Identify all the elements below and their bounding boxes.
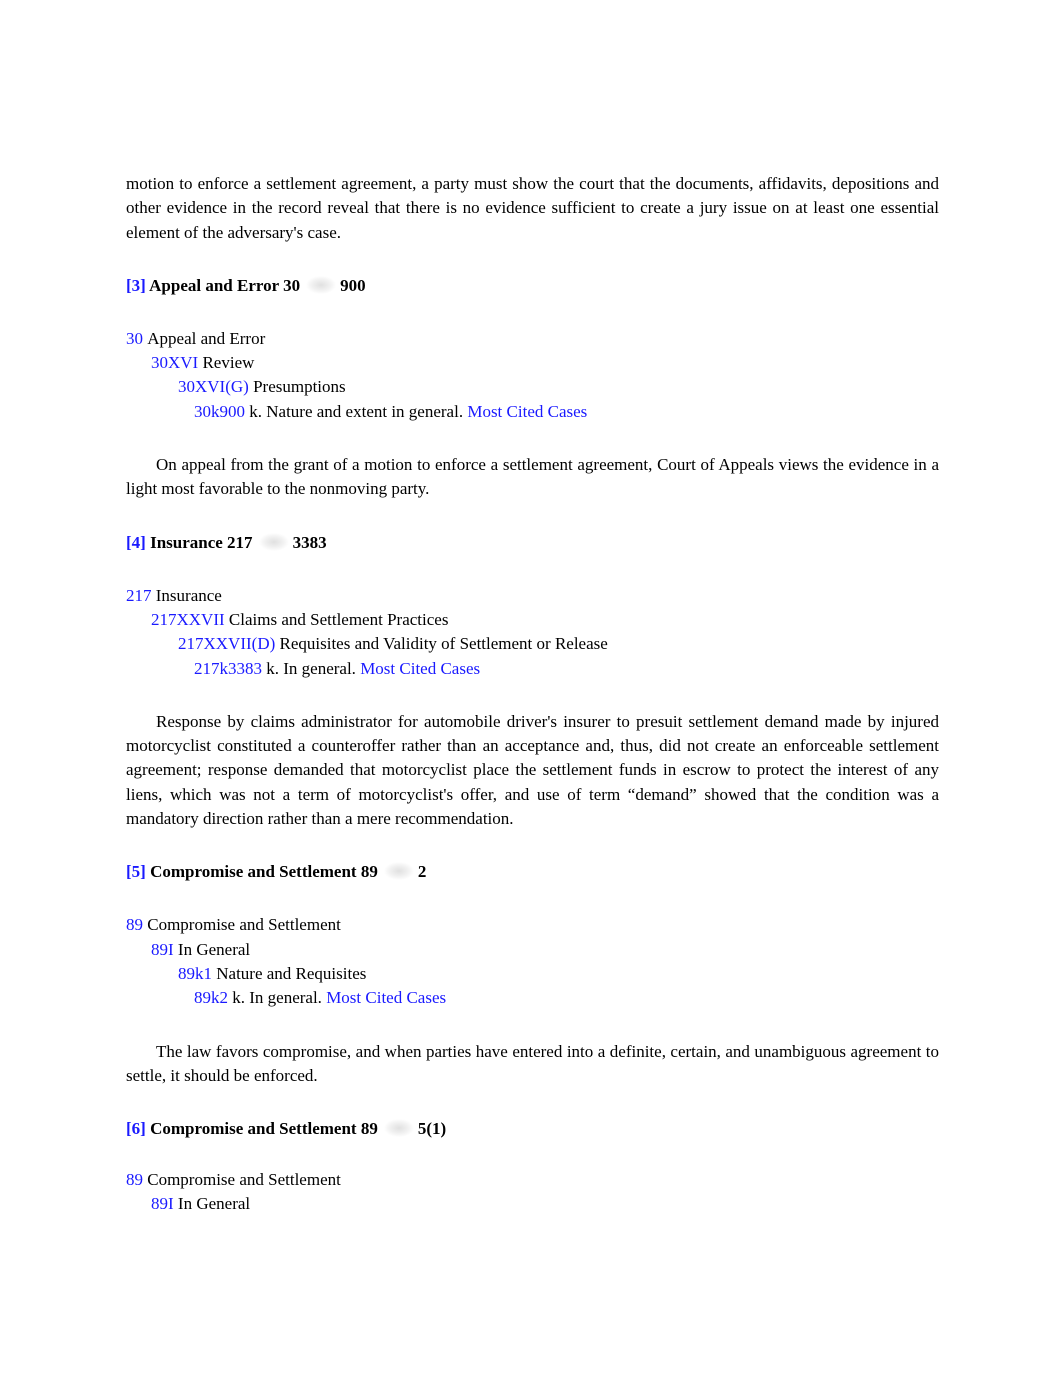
most-cited-cases-link[interactable]: Most Cited Cases	[467, 402, 587, 421]
topic-code-link[interactable]: 30	[126, 329, 143, 348]
most-cited-cases-link[interactable]: Most Cited Cases	[360, 659, 480, 678]
most-cited-cases-link[interactable]: Most Cited Cases	[326, 988, 446, 1007]
key-number-icon	[306, 275, 337, 294]
tree-row: 217 Insurance	[126, 584, 939, 608]
key-number-tree: 30 Appeal and Error 30XVI Review 30XVI(G…	[126, 327, 939, 424]
key-number-tree: 89 Compromise and Settlement 89I In Gene…	[126, 1168, 939, 1217]
tree-label: Compromise and Settlement	[147, 1170, 341, 1190]
tree-row: 89I In General	[126, 938, 939, 962]
key-number-icon	[258, 532, 289, 551]
tree-label: Compromise and Settlement	[147, 915, 341, 935]
tree-label: k. In general.	[266, 658, 356, 678]
topic-code-link[interactable]: 30XVI	[151, 353, 198, 372]
tree-row: 89 Compromise and Settlement	[126, 913, 939, 937]
intro-paragraph: motion to enforce a settlement agreement…	[126, 174, 939, 242]
tree-label: Requisites and Validity of Settlement or…	[279, 634, 608, 654]
headnote-heading: [4] Insurance 217 3383	[126, 531, 939, 555]
headnote-topic: Insurance 217	[150, 532, 253, 552]
tree-label: k. Nature and extent in general.	[249, 401, 464, 421]
topic-code-link[interactable]: 89I	[151, 940, 174, 959]
topic-code-link[interactable]: 89	[126, 915, 143, 934]
headnote-6: [6] Compromise and Settlement 89 5(1) 89 …	[126, 1117, 939, 1217]
headnote-number-link[interactable]: [4]	[126, 533, 146, 552]
headnote-heading: [5] Compromise and Settlement 89 2	[126, 860, 939, 884]
headnote-key: 5(1)	[417, 1119, 447, 1139]
tree-row: 89k2 k. In general. Most Cited Cases	[126, 986, 939, 1010]
topic-code-link[interactable]: 89	[126, 1170, 143, 1189]
topic-code-link[interactable]: 217XXVII	[151, 610, 225, 629]
topic-code-link[interactable]: 89k1	[178, 964, 212, 983]
headnote-heading: [6] Compromise and Settlement 89 5(1)	[126, 1117, 939, 1141]
headnote-key: 2	[417, 862, 427, 882]
headnote-5: [5] Compromise and Settlement 89 2 89 Com…	[126, 860, 939, 1088]
key-number-icon	[383, 862, 414, 881]
tree-row: 30k900 k. Nature and extent in general. …	[126, 400, 939, 424]
tree-row: 89k1 Nature and Requisites	[126, 962, 939, 986]
tree-label: In General	[177, 1194, 251, 1214]
key-number-tree: 217 Insurance 217XXVII Claims and Settle…	[126, 584, 939, 681]
tree-row: 217XXVII(D) Requisites and Validity of S…	[126, 632, 939, 656]
headnote-4: [4] Insurance 217 3383 217 Insurance 217X…	[126, 531, 939, 832]
tree-label: Appeal and Error	[147, 328, 266, 348]
headnote-heading: [3] Appeal and Error 30 900	[126, 274, 939, 298]
headnote-number-link[interactable]: [6]	[126, 1119, 146, 1138]
tree-row: 30XVI Review	[126, 351, 939, 375]
headnote-summary: On appeal from the grant of a motion to …	[126, 455, 939, 499]
tree-row: 217XXVII Claims and Settlement Practices	[126, 608, 939, 632]
tree-label: Insurance	[155, 585, 222, 605]
topic-code-link[interactable]: 30k900	[194, 402, 245, 421]
topic-code-link[interactable]: 30XVI(G)	[178, 377, 249, 396]
topic-code-link[interactable]: 89I	[151, 1194, 174, 1213]
headnote-number-link[interactable]: [5]	[126, 862, 146, 881]
key-number-tree: 89 Compromise and Settlement 89I In Gene…	[126, 913, 939, 1010]
headnote-key: 900	[340, 275, 366, 295]
headnote-topic: Compromise and Settlement 89	[150, 1119, 378, 1139]
headnote-key: 3383	[292, 532, 327, 552]
tree-row: 217k3383 k. In general. Most Cited Cases	[126, 657, 939, 681]
tree-row: 89 Compromise and Settlement	[126, 1168, 939, 1192]
tree-label: Nature and Requisites	[216, 963, 367, 983]
topic-code-link[interactable]: 217	[126, 586, 152, 605]
headnote-3: [3] Appeal and Error 30 900 30 Appeal and…	[126, 274, 939, 502]
tree-label: Claims and Settlement Practices	[228, 609, 449, 629]
headnote-summary: The law favors compromise, and when part…	[126, 1041, 939, 1085]
tree-label: Review	[202, 353, 255, 373]
document-page: motion to enforce a settlement agreement…	[126, 172, 939, 1217]
tree-label: k. In general.	[232, 988, 322, 1008]
topic-code-link[interactable]: 217k3383	[194, 659, 262, 678]
headnote-topic: Appeal and Error 30	[149, 275, 301, 295]
tree-row: 89I In General	[126, 1192, 939, 1216]
headnote-summary: Response by claims administrator for aut…	[126, 711, 939, 829]
tree-row: 30XVI(G) Presumptions	[126, 375, 939, 399]
key-number-icon	[383, 1119, 414, 1138]
tree-row: 30 Appeal and Error	[126, 327, 939, 351]
tree-label: Presumptions	[253, 377, 346, 397]
tree-label: In General	[177, 939, 251, 959]
headnote-number-link[interactable]: [3]	[126, 276, 146, 295]
headnote-topic: Compromise and Settlement 89	[150, 862, 378, 882]
topic-code-link[interactable]: 89k2	[194, 988, 228, 1007]
topic-code-link[interactable]: 217XXVII(D)	[178, 634, 275, 653]
